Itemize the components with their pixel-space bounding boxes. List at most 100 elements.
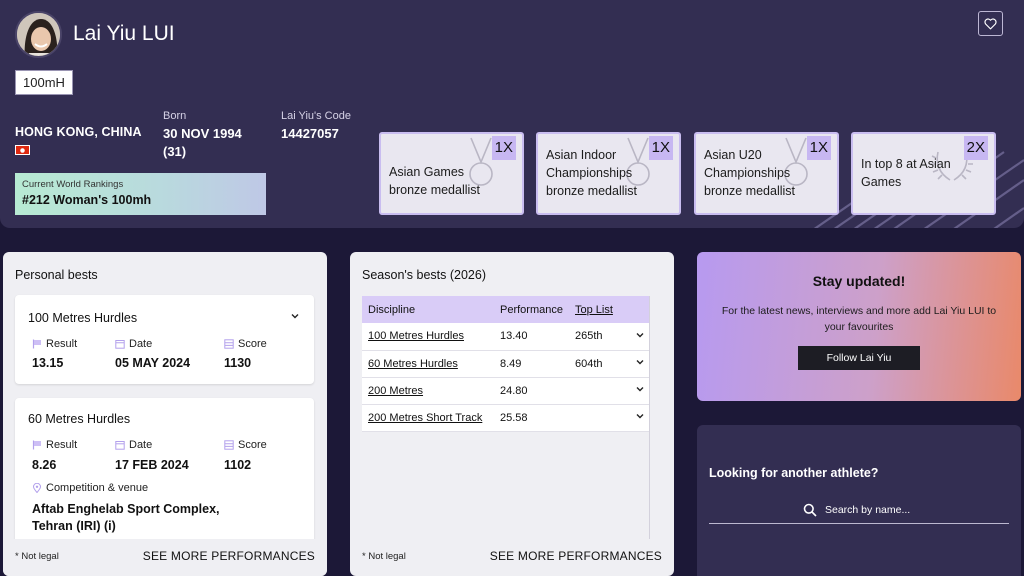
code-value: 14427057: [281, 126, 339, 141]
honour-label: In top 8 at Asian Games: [861, 157, 951, 189]
honour-count: 1X: [648, 136, 673, 160]
venue-label-group: Competition & venue: [32, 482, 148, 494]
born-value: 30 NOV 1994: [163, 126, 242, 141]
not-legal-note: * Not legal: [15, 551, 59, 562]
follow-athlete-button[interactable]: Follow Lai Yiu: [798, 346, 920, 370]
date-label-group: Date: [115, 338, 152, 350]
top-list-value: 265th: [569, 323, 630, 351]
honour-label: Asian Games bronze medallist: [389, 165, 481, 197]
stay-updated-card: Stay updated! For the latest news, inter…: [697, 252, 1021, 401]
born-info: Born 30 NOV 1994 (31): [163, 108, 242, 160]
discipline-link[interactable]: 200 Metres: [362, 377, 494, 405]
table-header-row: Discipline Performance Top List: [362, 296, 650, 323]
see-more-performances-link[interactable]: SEE MORE PERFORMANCES: [143, 549, 315, 563]
chevron-down-icon[interactable]: [635, 330, 645, 340]
code-info: Lai Yiu's Code 14427057: [281, 108, 351, 142]
date-value: 05 MAY 2024: [115, 356, 191, 370]
athlete-search-card: Looking for another athlete?: [697, 425, 1021, 576]
athlete-avatar: [15, 11, 62, 58]
world-ranking-label: Current World Rankings: [22, 179, 124, 190]
honour-card[interactable]: 2X In top 8 at Asian Games: [851, 132, 996, 215]
hong-kong-flag-icon: [15, 145, 30, 155]
pb-item[interactable]: 100 Metres Hurdles Result 13.15 Date 05 …: [15, 295, 314, 384]
world-ranking-box[interactable]: Current World Rankings #212 Woman's 100m…: [15, 173, 266, 215]
column-header-top-list[interactable]: Top List: [569, 296, 630, 323]
table-row[interactable]: 200 Metres Short Track 25.58: [362, 404, 650, 432]
world-ranking-value: #212 Woman's 100mh: [22, 193, 152, 207]
discipline-link[interactable]: 60 Metres Hurdles: [362, 350, 494, 378]
table-row[interactable]: 200 Metres 24.80: [362, 377, 650, 405]
honour-label: Asian U20 Championships bronze medallist: [704, 148, 796, 198]
date-value: 17 FEB 2024: [115, 458, 189, 472]
honour-card[interactable]: 1X Asian Indoor Championships bronze med…: [536, 132, 681, 215]
search-input[interactable]: [825, 504, 915, 516]
venue-value: Aftab Enghelab Sport Complex, Tehran (IR…: [32, 502, 220, 533]
flag-icon: [32, 339, 41, 349]
date-label: Date: [129, 338, 153, 350]
calendar-icon: [115, 441, 125, 450]
code-label: Lai Yiu's Code: [281, 110, 351, 122]
athlete-age: (31): [163, 144, 187, 159]
flag-icon: [32, 440, 41, 450]
heart-icon: [984, 17, 997, 29]
result-label-group: Result: [32, 439, 77, 451]
season-bests-title: Season's bests (2026): [362, 268, 486, 282]
score-icon: [224, 440, 234, 450]
chevron-down-icon[interactable]: [635, 384, 645, 394]
personal-bests-title: Personal bests: [15, 268, 98, 282]
score-value: 1102: [224, 458, 252, 472]
top-list-value: 604th: [569, 350, 630, 378]
search-field[interactable]: [709, 497, 1009, 524]
table-scroll-edge: [649, 296, 650, 539]
chevron-down-icon[interactable]: [635, 411, 645, 421]
stay-updated-title: Stay updated!: [812, 273, 906, 289]
pb-event-name: 60 Metres Hurdles: [28, 412, 131, 426]
column-header-performance: Performance: [494, 296, 569, 323]
table-row[interactable]: 60 Metres Hurdles 8.49 604th: [362, 350, 650, 378]
search-title: Looking for another athlete?: [709, 466, 879, 480]
season-bests-table: Discipline Performance Top List 100 Metr…: [362, 296, 650, 432]
see-more-performances-link[interactable]: SEE MORE PERFORMANCES: [490, 549, 662, 563]
discipline-link[interactable]: 200 Metres Short Track: [362, 404, 494, 432]
honour-count: 2X: [963, 136, 988, 160]
calendar-icon: [115, 340, 125, 349]
score-value: 1130: [224, 356, 252, 370]
date-label: Date: [129, 439, 153, 451]
column-header-discipline: Discipline: [362, 296, 494, 323]
top-list-value: [569, 377, 630, 405]
honour-count: 1X: [491, 136, 516, 160]
honour-count: 1X: [806, 136, 831, 160]
athlete-header: Lai Yiu LUI 100mH HONG KONG, CHINA Born …: [0, 0, 1024, 228]
chevron-down-icon[interactable]: [635, 357, 645, 367]
discipline-tag[interactable]: 100mH: [15, 70, 73, 95]
favourite-button[interactable]: [978, 11, 1003, 36]
season-bests-card: Season's bests (2026) Discipline Perform…: [350, 252, 674, 576]
top-list-value: [569, 404, 630, 432]
performance-value: 25.58: [494, 404, 569, 432]
honour-card[interactable]: 1X Asian Games bronze medallist: [379, 132, 524, 215]
stay-updated-description: For the latest news, interviews and more…: [721, 305, 997, 333]
venue-label: Competition & venue: [46, 482, 149, 494]
result-label-group: Result: [32, 338, 77, 350]
score-label: Score: [238, 338, 267, 350]
date-label-group: Date: [115, 439, 152, 451]
not-legal-note: * Not legal: [362, 551, 406, 562]
personal-bests-card: Personal bests 100 Metres Hurdles Result…: [3, 252, 327, 576]
chevron-down-icon[interactable]: [290, 311, 300, 321]
score-label-group: Score: [224, 338, 267, 350]
athlete-name: Lai Yiu LUI: [73, 22, 175, 45]
score-label-group: Score: [224, 439, 267, 451]
location-pin-icon: [32, 483, 42, 493]
pb-event-name: 100 Metres Hurdles: [28, 311, 138, 325]
athlete-photo: [17, 13, 60, 56]
performance-value: 24.80: [494, 377, 569, 405]
column-header-expand: [630, 296, 650, 323]
card-footer: * Not legal SEE MORE PERFORMANCES: [3, 539, 327, 576]
result-value: 13.15: [32, 356, 64, 370]
score-icon: [224, 339, 234, 349]
table-row[interactable]: 100 Metres Hurdles 13.40 265th: [362, 323, 650, 351]
honour-card[interactable]: 1X Asian U20 Championships bronze medall…: [694, 132, 839, 215]
performance-value: 13.40: [494, 323, 569, 351]
performance-value: 8.49: [494, 350, 569, 378]
discipline-link[interactable]: 100 Metres Hurdles: [362, 323, 494, 351]
